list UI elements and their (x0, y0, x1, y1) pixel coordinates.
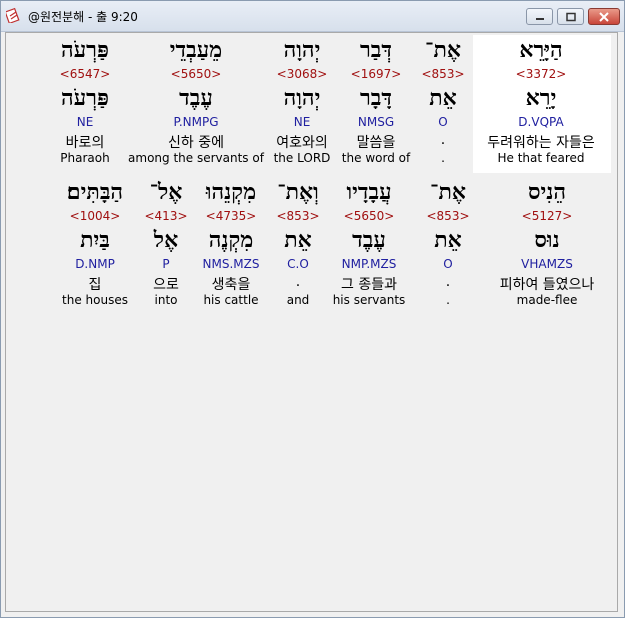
lemma-word[interactable]: דָּבָר (360, 85, 392, 111)
strong-number[interactable]: <5127> (522, 209, 573, 223)
morph-code[interactable]: NE (77, 115, 94, 129)
english-gloss[interactable]: his cattle (203, 293, 258, 307)
morph-code[interactable]: D.VQPA (518, 115, 563, 129)
morph-code[interactable]: NE (294, 115, 311, 129)
korean-gloss[interactable]: 그 종들과 (341, 274, 397, 294)
korean-gloss[interactable]: . (441, 132, 445, 148)
english-gloss[interactable]: the LORD (274, 151, 331, 165)
lemma-word[interactable]: אֵת (429, 85, 457, 111)
lemma-word[interactable]: נוּס (534, 227, 559, 253)
morph-code[interactable]: C.O (287, 257, 309, 271)
strong-number[interactable]: <3372> (516, 67, 567, 81)
english-gloss[interactable]: his servants (333, 293, 406, 307)
hebrew-word[interactable]: אֶל־ (150, 179, 183, 205)
morph-code[interactable]: D.NMP (75, 257, 115, 271)
hebrew-word[interactable]: עֲבָדָיו (346, 179, 391, 205)
english-gloss[interactable]: the houses (62, 293, 128, 307)
lemma-word[interactable]: אֵת (284, 227, 312, 253)
korean-gloss[interactable]: 신하 중에 (168, 132, 224, 152)
window-title: @원전분해 - 출 9:20 (28, 10, 138, 24)
strong-number[interactable]: <6547> (60, 67, 111, 81)
korean-gloss[interactable]: . (296, 274, 300, 290)
korean-gloss[interactable]: 여호와의 (276, 132, 328, 152)
korean-gloss[interactable]: . (446, 274, 450, 290)
lemma-word[interactable]: עֶבֶד (352, 227, 386, 253)
hebrew-word[interactable]: אֶת־ (430, 179, 466, 205)
lemma-word[interactable]: מִקְנֶה (209, 227, 254, 253)
morph-code[interactable]: P (162, 257, 169, 271)
korean-gloss[interactable]: 두려워하는 자들은 (487, 132, 595, 152)
morph-code[interactable]: VHAMZS (521, 257, 573, 271)
morph-code[interactable]: NMS.MZS (203, 257, 260, 271)
strong-number[interactable]: <1004> (70, 209, 121, 223)
hebrew-word[interactable]: הֵנִיס (528, 179, 566, 205)
close-button[interactable] (588, 8, 620, 25)
english-gloss[interactable]: Pharaoh (60, 151, 109, 165)
strong-number[interactable]: <5650> (171, 67, 222, 81)
morph-code[interactable]: NMP.MZS (342, 257, 397, 271)
english-gloss[interactable]: into (155, 293, 178, 307)
morph-code[interactable]: P.NMPG (173, 115, 218, 129)
minimize-icon (535, 17, 544, 20)
close-icon (599, 11, 609, 22)
korean-gloss[interactable]: 피하여 들였으나 (500, 274, 595, 294)
lemma-word[interactable]: יָרֵא (526, 85, 557, 111)
strong-number[interactable]: <853> (276, 209, 319, 223)
english-gloss[interactable]: made-flee (517, 293, 578, 307)
lemma-word[interactable]: פַּרְעֹה (61, 85, 109, 111)
korean-gloss[interactable]: 말씀을 (357, 132, 396, 152)
hebrew-word[interactable]: מִקְנֵהוּ (206, 179, 256, 205)
hebrew-word[interactable]: מֵעַבְדֵי (170, 37, 222, 63)
hebrew-word[interactable]: פַּרְעֹה (61, 37, 109, 63)
english-gloss[interactable]: and (287, 293, 310, 307)
korean-gloss[interactable]: 생축을 (212, 274, 251, 294)
hebrew-word[interactable]: הַבָּתִּים׃ (67, 179, 123, 205)
title-bar[interactable]: @원전분해 - 출 9:20 (1, 1, 624, 32)
korean-gloss[interactable]: 바로의 (66, 132, 105, 152)
lemma-word[interactable]: אֵת (434, 227, 462, 253)
app-icon (4, 7, 22, 25)
english-gloss[interactable]: among the servants of (128, 151, 264, 165)
lemma-word[interactable]: עֶבֶד (179, 85, 213, 111)
maximize-icon (565, 12, 576, 21)
maximize-button[interactable] (557, 8, 584, 25)
strong-number[interactable]: <3068> (277, 67, 328, 81)
hebrew-word[interactable]: יְהוָה (284, 37, 321, 63)
lemma-word[interactable]: אֶל (154, 227, 178, 253)
hebrew-word[interactable]: דְּבַר (360, 37, 392, 63)
english-gloss[interactable]: He that feared (497, 151, 584, 165)
korean-gloss[interactable]: 으로 (153, 274, 179, 294)
korean-gloss[interactable]: 집 (89, 274, 102, 294)
morph-code[interactable]: O (443, 257, 452, 271)
english-gloss[interactable]: the word of (342, 151, 410, 165)
morph-code[interactable]: O (438, 115, 447, 129)
hebrew-word[interactable]: הַיָּרֵא (519, 37, 562, 63)
english-gloss[interactable]: . (446, 293, 450, 307)
strong-number[interactable]: <1697> (351, 67, 402, 81)
english-gloss[interactable]: . (441, 151, 445, 165)
lemma-word[interactable]: יְהוָה (284, 85, 321, 111)
strong-number[interactable]: <853> (421, 67, 464, 81)
strong-number[interactable]: <413> (144, 209, 187, 223)
hebrew-word[interactable]: וְאֶת־ (277, 179, 319, 205)
lemma-word[interactable]: בַּיִת (80, 227, 110, 253)
app-window: @원전분해 - 출 9:20 פַּרְעֹה <6547> פַּרְעֹה NE 바… (0, 0, 625, 618)
hebrew-word[interactable]: אֶת־ (425, 37, 461, 63)
strong-number[interactable]: <4735> (206, 209, 257, 223)
strong-number[interactable]: <853> (426, 209, 469, 223)
morph-code[interactable]: NMSG (358, 115, 394, 129)
minimize-button[interactable] (526, 8, 553, 25)
strong-number[interactable]: <5650> (344, 209, 395, 223)
